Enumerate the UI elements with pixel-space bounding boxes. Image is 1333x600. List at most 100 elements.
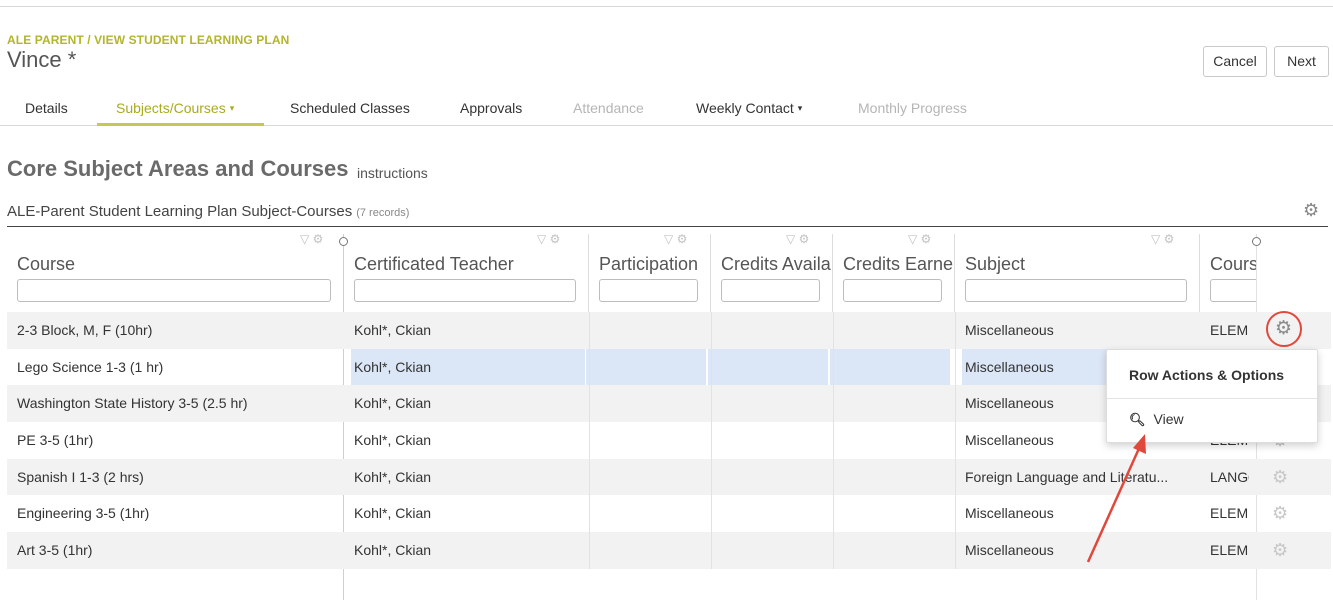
cell-divider	[955, 422, 956, 459]
filter-input-teacher[interactable]	[354, 279, 576, 302]
column-label: Credits Earne	[843, 254, 953, 274]
column-divider	[588, 234, 589, 314]
filter-icon[interactable]: ▽	[786, 232, 795, 246]
cell-divider	[589, 458, 590, 496]
gear-icon[interactable]: ⚙	[1272, 503, 1288, 523]
tab-label: Subjects/Courses	[116, 100, 226, 116]
cell-divider	[955, 495, 956, 533]
cell-divider	[589, 312, 590, 349]
row-actions-highlight[interactable]: ⚙	[1266, 311, 1302, 347]
page-title: Vince *	[7, 47, 77, 72]
column-header-course-code[interactable]: Cours	[1200, 227, 1256, 310]
cell-divider	[711, 458, 712, 496]
tab-monthly-progress: Monthly Progress	[858, 91, 967, 126]
column-header-credits-available[interactable]: Credits Availa ▽ ⚙	[711, 227, 831, 310]
gear-icon[interactable]: ⚙	[1272, 467, 1288, 487]
gear-icon[interactable]: ⚙	[921, 232, 932, 246]
cell-teacher: Kohl*, Ckian	[354, 505, 432, 522]
filter-input-credits-earned[interactable]	[843, 279, 942, 302]
filter-input-participation[interactable]	[599, 279, 698, 302]
gear-icon[interactable]: ⚙	[1275, 318, 1292, 340]
cell-credits-available	[708, 348, 828, 386]
cell-divider	[833, 458, 834, 496]
filter-icon[interactable]: ▽	[908, 232, 917, 246]
section-title: Core Subject Areas and Courses	[7, 156, 349, 181]
cell-participation	[586, 385, 706, 422]
column-header-credits-earned[interactable]: Credits Earne ▽ ⚙	[833, 227, 953, 310]
tab-details[interactable]: Details	[25, 91, 68, 126]
cell-divider	[833, 422, 834, 459]
gear-icon[interactable]: ⚙	[1164, 232, 1175, 246]
cell-course: Spanish I 1-3 (2 hrs)	[17, 468, 144, 485]
cell-participation	[586, 459, 706, 496]
column-header-participation[interactable]: Participation ▽ ⚙	[589, 227, 709, 310]
top-divider	[0, 6, 1333, 7]
search-icon: 🔍︎	[1129, 412, 1146, 427]
filter-input-course[interactable]	[17, 279, 331, 302]
pin-icon[interactable]	[1252, 237, 1261, 246]
cell-credits-available	[708, 495, 828, 532]
tab-approvals[interactable]: Approvals	[460, 91, 522, 126]
filter-input-course-code[interactable]	[1210, 279, 1256, 302]
record-count: (7 records)	[356, 207, 410, 219]
gear-icon[interactable]: ⚙	[1303, 200, 1319, 221]
cell-credits-available	[708, 459, 828, 496]
column-divider	[954, 234, 955, 314]
cell-divider	[711, 312, 712, 349]
menu-header: Row Actions & Options	[1129, 367, 1285, 383]
tab-scheduled-classes[interactable]: Scheduled Classes	[290, 91, 410, 126]
cancel-button[interactable]: Cancel	[1203, 46, 1267, 77]
table-row[interactable]: Spanish I 1-3 (2 hrs) Kohl*, Ckian Foreign…	[7, 458, 1331, 496]
filter-icon[interactable]: ▽	[1151, 232, 1160, 246]
tab-label: Attendance	[573, 100, 644, 116]
column-label: Participation	[599, 254, 699, 274]
gear-icon[interactable]: ⚙	[677, 232, 688, 246]
table-row[interactable]: Engineering 3-5 (1hr) Kohl*, Ckian Miscell…	[7, 495, 1331, 533]
filter-input-subject[interactable]	[965, 279, 1187, 302]
cell-teacher: Kohl*, Ckian	[354, 542, 432, 559]
gear-icon[interactable]: ⚙	[799, 232, 810, 246]
column-header-course[interactable]: Course ▽ ⚙	[7, 227, 343, 310]
cell-course: Lego Science 1-3 (1 hr)	[17, 358, 164, 375]
filter-icon[interactable]: ▽	[537, 232, 546, 246]
caret-down-icon: ▾	[229, 103, 235, 113]
column-header-subject[interactable]: Subject ▽ ⚙	[955, 227, 1199, 310]
cell-divider	[589, 348, 590, 386]
cell-credits-earned	[830, 422, 950, 459]
cell-divider	[711, 495, 712, 533]
pin-icon[interactable]	[339, 237, 348, 246]
cell-credits-earned	[830, 348, 950, 386]
breadcrumb: ALE PARENT / VIEW STUDENT LEARNING PLAN	[7, 33, 290, 47]
cell-subject: Miscellaneous	[965, 542, 1054, 559]
cell-divider	[955, 458, 956, 496]
column-tools: ▽ ⚙	[300, 232, 323, 246]
cell-participation	[586, 422, 706, 459]
cell-divider	[955, 348, 956, 386]
cell-credits-earned	[830, 532, 950, 569]
menu-item-view[interactable]: 🔍︎ View	[1129, 411, 1184, 428]
cell-teacher: Kohl*, Ckian	[354, 322, 432, 338]
tab-weekly-contact[interactable]: Weekly Contact ▾	[696, 91, 802, 126]
column-label: Subject	[965, 254, 1026, 274]
next-button[interactable]: Next	[1274, 46, 1329, 77]
filter-icon[interactable]: ▽	[300, 232, 309, 246]
filter-input-credits-available[interactable]	[721, 279, 820, 302]
gear-icon[interactable]: ⚙	[313, 232, 324, 246]
gear-icon[interactable]: ⚙	[1272, 540, 1288, 560]
table-row[interactable]: 2-3 Block, M, F (10hr) Kohl*, Ckian Miscel…	[7, 312, 1331, 349]
tab-subjects-courses[interactable]: Subjects/Courses ▾	[97, 91, 264, 126]
tab-bar: Details Subjects/Courses ▾ Scheduled Clas…	[0, 91, 1333, 126]
table-row[interactable]: Art 3-5 (1hr) Kohl*, Ckian Miscellaneous EL…	[7, 532, 1331, 569]
tab-label: Scheduled Classes	[290, 100, 410, 116]
cell-credits-available	[708, 422, 828, 459]
column-tools: ▽ ⚙	[664, 232, 687, 246]
column-header-teacher[interactable]: Certificated Teacher ▽ ⚙	[344, 227, 588, 310]
column-tools: ▽ ⚙	[537, 232, 560, 246]
cell-divider	[711, 422, 712, 459]
column-label: Credits Availa	[721, 254, 831, 274]
cell-participation	[586, 495, 706, 532]
cell-course-code: ELEM (I	[1210, 322, 1249, 338]
gear-icon[interactable]: ⚙	[550, 232, 561, 246]
filter-icon[interactable]: ▽	[664, 232, 673, 246]
instructions-link[interactable]: instructions	[357, 165, 428, 181]
